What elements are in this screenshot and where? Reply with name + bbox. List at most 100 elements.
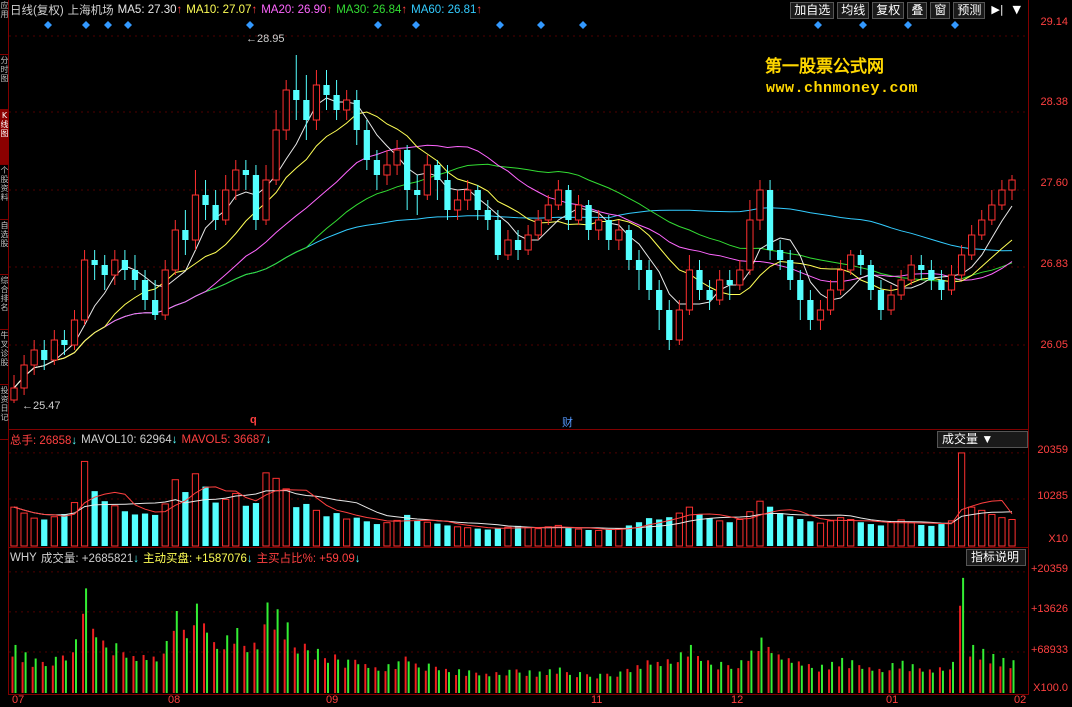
event-diamond-icon (124, 21, 132, 29)
volume-bar (504, 526, 512, 547)
volume-bar (706, 518, 713, 546)
why-tick-2: +13626 (1030, 603, 1068, 615)
volume-bar (837, 517, 845, 547)
candle-body (826, 289, 835, 311)
time-tick-07: 07 (12, 694, 25, 706)
candle-body (182, 230, 189, 240)
q-event-marker[interactable]: q (250, 414, 257, 426)
menu-dropdown-icon[interactable]: ▼ (1010, 2, 1024, 19)
candle-body (777, 250, 784, 260)
price-tick-5: 26.05 (1040, 339, 1068, 351)
period-label[interactable]: 日线(复权) (10, 2, 64, 18)
candle-body (656, 290, 663, 310)
price-tick-1: 29.14 (1040, 16, 1068, 28)
next-page-icon[interactable]: ▶| (988, 2, 1006, 19)
event-diamond-icon (496, 21, 504, 29)
event-diamond-icon (44, 21, 52, 29)
candle-body (524, 234, 532, 251)
volume-bar (615, 528, 623, 547)
candle-body (484, 210, 491, 220)
candle-body (141, 280, 149, 300)
volume-bar (907, 522, 915, 547)
volume-bar (988, 513, 996, 547)
volume-bar (968, 506, 976, 547)
event-diamond-icon (579, 21, 587, 29)
candle-body (544, 204, 552, 221)
kline-chart-svg[interactable] (0, 0, 1072, 707)
volume-bar (434, 523, 441, 546)
volume-bar (30, 517, 38, 547)
volume-bar (585, 530, 592, 546)
event-diamond-icon (82, 21, 90, 29)
restore-rights-button[interactable]: 复权 (872, 2, 905, 19)
why-tick-1: +20359 (1030, 563, 1068, 575)
candle-body (706, 290, 713, 300)
candle-body (152, 300, 159, 315)
buy-ratio-value: 主买占比%: +59.09↓ (256, 553, 361, 565)
candle-body (293, 90, 300, 100)
volume-bar (121, 511, 129, 546)
candle-body (957, 254, 966, 276)
candle-body (191, 194, 200, 241)
volume-bar (1008, 518, 1016, 547)
volume-bar (101, 501, 108, 546)
volume-bar (252, 503, 260, 546)
time-tick-11: 11 (591, 694, 603, 706)
volume-bar (928, 525, 935, 546)
volume-bar (91, 491, 98, 546)
volume-bar (857, 522, 864, 546)
volume-bar (685, 506, 694, 547)
candle-body (807, 300, 814, 320)
event-diamond-icon (374, 21, 382, 29)
price-indicator-header: 日线(复权) 上海机场 MA5: 27.30↑ MA10: 27.07↑ MA2… (10, 2, 482, 18)
volume-bar (464, 527, 472, 547)
low-price-label: ←25.47 (22, 400, 61, 412)
candle-body (816, 309, 825, 321)
volume-bar (514, 525, 522, 546)
time-tick-12: 12 (731, 694, 744, 706)
overlay-button[interactable]: 叠 (907, 2, 928, 19)
volume-bar (777, 513, 784, 546)
candle-body (918, 265, 925, 270)
volume-bar (716, 520, 724, 547)
volume-bar (605, 529, 612, 546)
ma10-line (13, 111, 1013, 389)
time-tick-01: 01 (886, 694, 899, 706)
high-price-label: ←28.95 (246, 33, 285, 45)
candle-body (242, 170, 249, 175)
candle-body (716, 279, 724, 301)
volume-bar (554, 524, 562, 547)
window-button[interactable]: 窗 (930, 2, 951, 19)
candle-body (968, 234, 976, 256)
candle-body (404, 150, 411, 190)
candle-body (998, 189, 1006, 206)
mavol5-value: MAVOL5: 36687↓ (181, 434, 272, 446)
volume-bar (474, 528, 481, 546)
volume-bar (736, 518, 744, 547)
forecast-button[interactable]: 预测 (953, 2, 986, 19)
candle-body (907, 264, 915, 281)
event-diamond-icon (904, 21, 912, 29)
volume-bar (323, 516, 330, 546)
volume-bar (343, 518, 351, 547)
finance-event-marker[interactable]: 财 (562, 414, 573, 430)
watermark-url: www.chnmoney.com (766, 80, 919, 97)
candle-body (423, 164, 431, 196)
volume-bar (70, 502, 79, 547)
indicator-help-button[interactable]: 指标说明 (966, 549, 1026, 566)
ma-line-button[interactable]: 均线 (837, 2, 870, 19)
candle-body (595, 219, 603, 231)
volume-bar (293, 507, 300, 546)
chart-toolbar: 加自选 均线 复权 叠 窗 预测 ▶| ▼ (790, 2, 1024, 19)
ma10-value: MA10: 27.07↑ (186, 4, 258, 16)
volume-bar (797, 519, 804, 546)
volume-bar (494, 528, 502, 546)
volume-bar (826, 520, 835, 547)
volume-bar (212, 502, 219, 546)
indicator-select-dropdown[interactable]: 成交量 ▼ (937, 431, 1028, 448)
add-watchlist-button[interactable]: 加自选 (790, 2, 835, 19)
candle-body (746, 219, 754, 271)
volume-bar (897, 519, 905, 547)
candle-body (121, 260, 129, 270)
volume-bar (847, 518, 855, 547)
